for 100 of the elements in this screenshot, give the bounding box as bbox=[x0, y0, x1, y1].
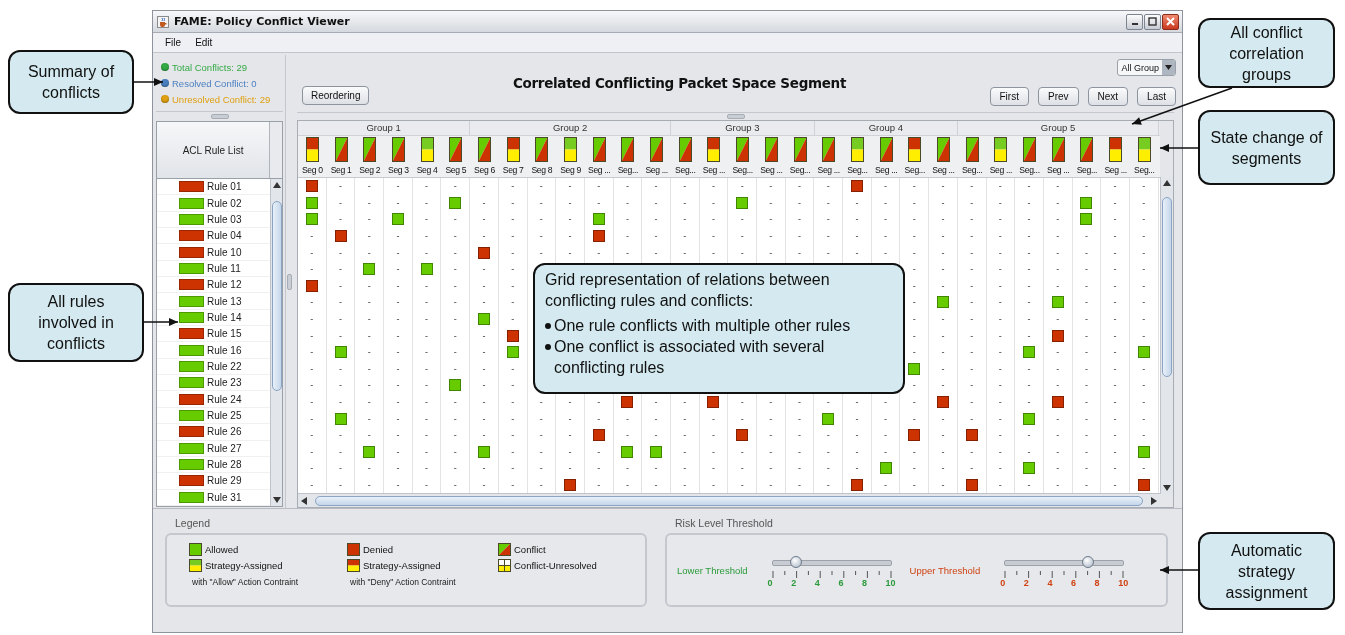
segment-header[interactable]: Seg ... bbox=[929, 162, 958, 177]
denied-marker[interactable] bbox=[621, 395, 634, 408]
horizontal-scrollbar[interactable] bbox=[298, 493, 1160, 507]
rule-list-item[interactable]: Rule 11 bbox=[157, 260, 271, 278]
segment-header[interactable]: Seg 1 bbox=[326, 162, 356, 177]
allowed-marker[interactable] bbox=[1137, 445, 1150, 458]
segment-header[interactable]: Seg ... bbox=[814, 162, 844, 177]
denied-marker[interactable] bbox=[477, 246, 490, 259]
segment-header[interactable]: Seg... bbox=[957, 162, 987, 177]
scrollbar-thumb[interactable] bbox=[1162, 197, 1172, 377]
scroll-down-icon[interactable] bbox=[1163, 485, 1171, 491]
allowed-marker[interactable] bbox=[936, 296, 949, 309]
scroll-up-icon[interactable] bbox=[272, 182, 281, 188]
allowed-marker[interactable] bbox=[449, 379, 462, 392]
segment-header[interactable]: Seg ... bbox=[699, 162, 729, 177]
segment-header[interactable]: Seg 3 bbox=[384, 162, 413, 177]
rule-list-item[interactable]: Rule 23 bbox=[157, 375, 271, 392]
slider-thumb[interactable] bbox=[790, 556, 803, 568]
scroll-left-icon[interactable] bbox=[301, 496, 307, 505]
segment-header[interactable]: Seg... bbox=[900, 162, 930, 177]
segment-header[interactable]: Seg 8 bbox=[527, 162, 557, 177]
navigation-button[interactable]: Next bbox=[1087, 87, 1129, 107]
navigation-button[interactable]: Prev bbox=[1037, 87, 1079, 107]
denied-marker[interactable] bbox=[965, 478, 978, 491]
rule-list-item[interactable]: Rule 16 bbox=[157, 342, 271, 359]
allowed-marker[interactable] bbox=[391, 213, 404, 226]
allowed-marker[interactable] bbox=[334, 412, 347, 425]
allowed-marker[interactable] bbox=[1137, 346, 1150, 359]
denied-marker[interactable] bbox=[908, 429, 921, 442]
allowed-marker[interactable] bbox=[908, 362, 921, 375]
segment-header[interactable]: Seg ... bbox=[1043, 162, 1073, 177]
allowed-marker[interactable] bbox=[477, 312, 490, 325]
allowed-marker[interactable] bbox=[822, 412, 835, 425]
allowed-marker[interactable] bbox=[650, 445, 663, 458]
denied-marker[interactable] bbox=[850, 478, 863, 491]
segment-header[interactable]: Seg... bbox=[1072, 162, 1102, 177]
allowed-marker[interactable] bbox=[449, 196, 462, 209]
segment-header[interactable]: Seg ... bbox=[986, 162, 1016, 177]
allowed-marker[interactable] bbox=[1080, 213, 1093, 226]
menu-item[interactable]: File bbox=[165, 37, 182, 48]
rule-list-item[interactable]: Rule 15 bbox=[157, 326, 271, 343]
denied-marker[interactable] bbox=[1051, 329, 1064, 342]
segment-header[interactable]: Seg... bbox=[785, 162, 815, 177]
rule-list-item[interactable]: Rule 27 bbox=[157, 440, 271, 457]
denied-marker[interactable] bbox=[965, 429, 978, 442]
segment-header[interactable]: Seg 2 bbox=[355, 162, 385, 177]
denied-marker[interactable] bbox=[736, 429, 749, 442]
column-header[interactable]: ACL Rule List bbox=[157, 122, 271, 178]
segment-header[interactable]: Seg ... bbox=[757, 162, 786, 177]
scroll-down-icon[interactable] bbox=[272, 497, 281, 503]
scrollbar-thumb[interactable] bbox=[271, 201, 282, 391]
scroll-up-icon[interactable] bbox=[1163, 180, 1171, 186]
rule-list-item[interactable]: Rule 24 bbox=[157, 391, 271, 408]
allowed-marker[interactable] bbox=[420, 263, 433, 276]
rule-list-item[interactable]: Rule 28 bbox=[157, 456, 271, 474]
group-dropdown[interactable]: All Group bbox=[1117, 59, 1176, 77]
allowed-marker[interactable] bbox=[363, 263, 376, 276]
allowed-marker[interactable] bbox=[334, 346, 347, 359]
segment-header[interactable]: Seg ... bbox=[642, 162, 671, 177]
segment-header[interactable]: Seg... bbox=[1015, 162, 1044, 177]
close-button[interactable] bbox=[1162, 13, 1179, 30]
allowed-marker[interactable] bbox=[363, 445, 376, 458]
navigation-button[interactable]: First bbox=[989, 87, 1029, 107]
denied-marker[interactable] bbox=[334, 230, 347, 242]
rule-list-item[interactable]: Rule 26 bbox=[157, 424, 271, 441]
allowed-marker[interactable] bbox=[592, 213, 605, 226]
allowed-marker[interactable] bbox=[477, 445, 490, 458]
allowed-marker[interactable] bbox=[879, 462, 892, 475]
rule-list-item[interactable]: Rule 22 bbox=[157, 358, 271, 376]
slider-thumb[interactable] bbox=[1081, 556, 1094, 568]
segment-header[interactable]: Seg... bbox=[613, 162, 643, 177]
denied-marker[interactable] bbox=[506, 329, 519, 342]
allowed-marker[interactable] bbox=[621, 445, 634, 458]
rule-list-item[interactable]: Rule 31 bbox=[157, 489, 271, 506]
segment-header[interactable]: Seg 6 bbox=[470, 162, 499, 177]
rule-list-item[interactable]: Rule 02 bbox=[157, 195, 271, 212]
menu-item[interactable]: Edit bbox=[195, 37, 213, 48]
allowed-marker[interactable] bbox=[1023, 412, 1036, 425]
segment-header[interactable]: Seg... bbox=[728, 162, 757, 177]
denied-marker[interactable] bbox=[850, 180, 863, 193]
segment-header[interactable]: Seg 7 bbox=[498, 162, 528, 177]
allowed-marker[interactable] bbox=[1051, 296, 1064, 309]
scroll-right-icon[interactable] bbox=[1151, 496, 1157, 505]
splitter-handle[interactable] bbox=[726, 114, 745, 120]
rule-list-item[interactable]: Rule 29 bbox=[157, 473, 271, 490]
group-header[interactable]: Group 3 bbox=[671, 121, 815, 135]
reordering-button[interactable]: Reordering bbox=[302, 86, 370, 106]
denied-marker[interactable] bbox=[1051, 395, 1064, 408]
allowed-marker[interactable] bbox=[305, 196, 318, 209]
allowed-marker[interactable] bbox=[736, 196, 749, 209]
vertical-scrollbar[interactable] bbox=[270, 179, 283, 506]
rule-list-item[interactable]: Rule 25 bbox=[157, 407, 271, 425]
denied-marker[interactable] bbox=[305, 180, 318, 193]
segment-header[interactable]: Seg 4 bbox=[412, 162, 442, 177]
rule-list-item[interactable]: Rule 04 bbox=[157, 228, 271, 245]
segment-header[interactable]: Seg ... bbox=[871, 162, 901, 177]
rule-list-item[interactable]: Rule 13 bbox=[157, 293, 271, 310]
splitter-handle[interactable] bbox=[210, 114, 229, 119]
segment-header[interactable]: Seg ... bbox=[584, 162, 614, 177]
scrollbar-thumb[interactable] bbox=[315, 495, 1143, 506]
